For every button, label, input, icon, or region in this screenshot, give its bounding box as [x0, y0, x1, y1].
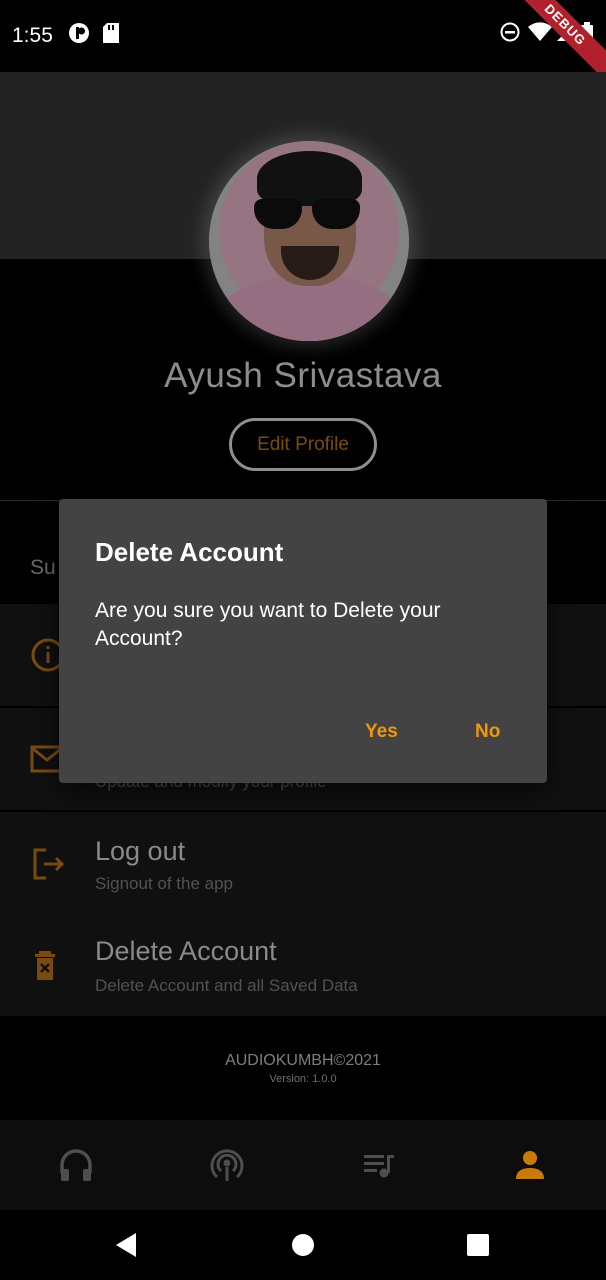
- logout-icon: [30, 846, 66, 882]
- bottom-navigation: [0, 1120, 606, 1210]
- dialog-title: Delete Account: [95, 537, 284, 567]
- menu-item-title: Log out: [95, 836, 186, 866]
- avatar[interactable]: [209, 141, 409, 341]
- yes-button[interactable]: Yes: [365, 721, 398, 743]
- do-not-disturb-icon: [500, 22, 520, 47]
- section-heading: Su: [30, 556, 56, 579]
- back-icon[interactable]: [114, 1232, 138, 1263]
- sd-card-icon: [102, 22, 120, 49]
- footer-version: Version: 1.0.0: [269, 1073, 337, 1085]
- menu-item-subtitle: Signout of the app: [95, 874, 234, 893]
- menu-item-delete-account[interactable]: Delete Account Delete Account and all Sa…: [0, 914, 606, 1016]
- status-time: 1:55: [12, 24, 53, 47]
- person-icon[interactable]: [510, 1145, 550, 1185]
- dialog-message: Are you sure you want to Delete your Acc…: [95, 599, 441, 650]
- headphones-icon[interactable]: [56, 1145, 96, 1185]
- menu-item-logout[interactable]: Log out Signout of the app: [0, 812, 606, 914]
- wifi-icon: [528, 22, 552, 47]
- system-navigation-bar: [0, 1210, 606, 1280]
- trash-icon: [30, 948, 66, 984]
- no-button[interactable]: No: [475, 721, 500, 743]
- profile-name: Ayush Srivastava: [164, 356, 442, 395]
- status-bar: 1:55 DEBUG: [0, 0, 606, 86]
- playlist-icon[interactable]: [360, 1145, 400, 1185]
- recents-icon[interactable]: [466, 1233, 490, 1262]
- menu-item-title: Delete Account: [95, 936, 277, 966]
- home-icon[interactable]: [291, 1233, 315, 1262]
- podcast-icon[interactable]: [207, 1145, 247, 1185]
- edit-profile-button[interactable]: Edit Profile: [229, 418, 377, 471]
- footer-brand: AUDIOKUMBH©2021: [225, 1052, 381, 1069]
- delete-account-dialog: Delete Account Are you sure you want to …: [59, 499, 547, 783]
- notification-icon: [68, 22, 90, 49]
- menu-item-subtitle: Delete Account and all Saved Data: [95, 976, 358, 995]
